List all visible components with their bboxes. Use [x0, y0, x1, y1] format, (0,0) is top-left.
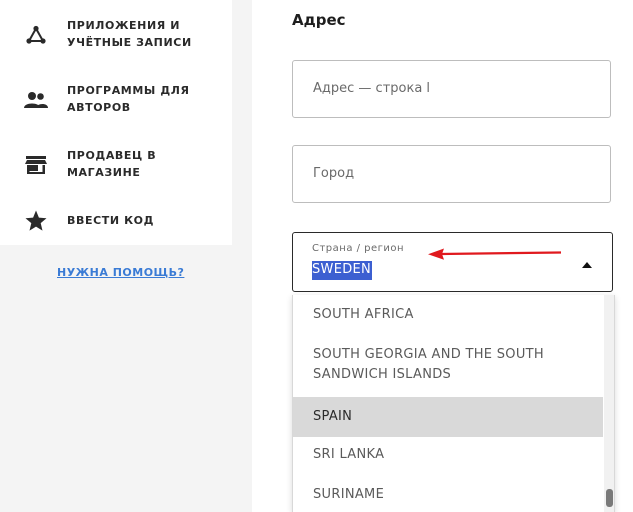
account-sidebar: ПРИЛОЖЕНИЯ И УЧЁТНЫЕ ЗАПИСИ ПРОГРАММЫ ДЛ…	[0, 0, 232, 245]
scrollbar-thumb[interactable]	[606, 489, 613, 507]
connected-apps-icon	[24, 23, 48, 47]
country-dropdown-list[interactable]: SOUTH AFRICA SOUTH GEORGIA AND THE SOUTH…	[292, 295, 615, 512]
sidebar-item-store-seller[interactable]: ПРОДАВЕЦ В МАГАЗИНЕ	[0, 147, 232, 183]
country-option-highlighted[interactable]: SPAIN	[293, 397, 603, 437]
country-option[interactable]: SRI LANKA	[293, 445, 603, 467]
city-placeholder: Город	[313, 166, 355, 181]
sidebar-item-creator-programs[interactable]: ПРОГРАММЫ ДЛЯ АВТОРОВ	[0, 82, 232, 118]
sidebar-item-label: ПРОГРАММЫ ДЛЯ АВТОРОВ	[67, 84, 190, 114]
sidebar-item-label: ПРОДАВЕЦ В МАГАЗИНЕ	[67, 149, 157, 179]
address-section-title: Адрес	[292, 11, 346, 29]
address-line1-field[interactable]: Адрес — строка l	[292, 60, 611, 118]
caret-up-icon[interactable]	[582, 262, 592, 268]
country-region-label: Страна / регион	[312, 243, 405, 254]
country-option[interactable]: SOUTH AFRICA	[293, 305, 603, 327]
dropdown-scrollbar[interactable]	[604, 295, 614, 512]
sidebar-item-redeem-code[interactable]: ВВЕСТИ КОД	[0, 210, 232, 232]
address-line1-placeholder: Адрес — строка l	[313, 81, 431, 96]
country-option[interactable]: SURINAME	[293, 485, 603, 507]
sidebar-item-apps-accounts[interactable]: ПРИЛОЖЕНИЯ И УЧЁТНЫЕ ЗАПИСИ	[0, 17, 232, 53]
store-icon	[24, 153, 48, 177]
sidebar-item-label: ВВЕСТИ КОД	[67, 214, 155, 227]
country-region-value: SWEDEN	[312, 261, 373, 280]
country-region-select[interactable]: Страна / регион SWEDEN	[292, 232, 613, 292]
star-icon	[24, 209, 48, 233]
city-field[interactable]: Город	[292, 145, 611, 203]
annotation-arrow-icon	[428, 248, 562, 260]
need-help-link[interactable]: НУЖНА ПОМОЩЬ?	[57, 266, 184, 279]
country-option[interactable]: SOUTH GEORGIA AND THE SOUTH SANDWICH ISL…	[293, 345, 603, 387]
sidebar-item-label: ПРИЛОЖЕНИЯ И УЧЁТНЫЕ ЗАПИСИ	[67, 19, 192, 49]
people-icon	[24, 88, 48, 112]
